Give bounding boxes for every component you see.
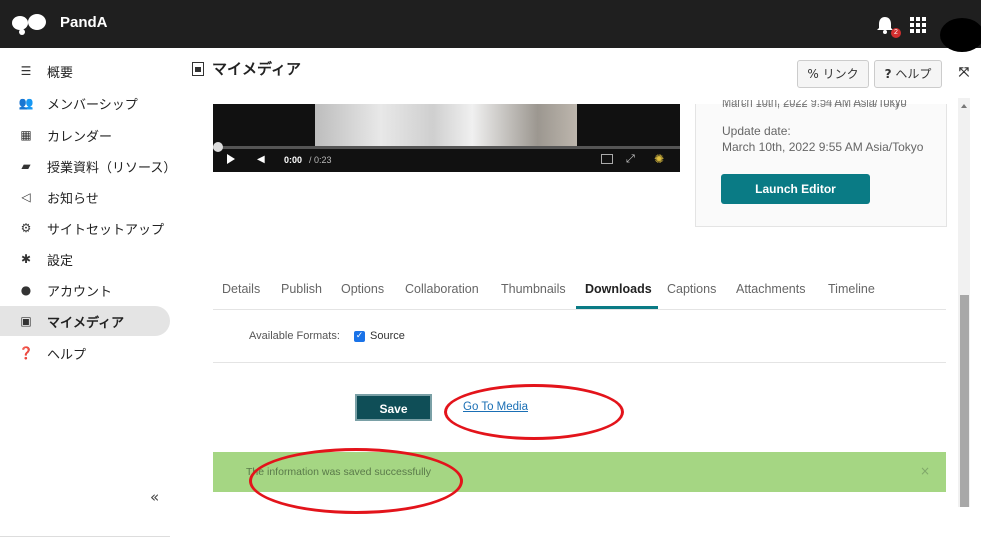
cogs-icon: ⚙ bbox=[20, 221, 32, 235]
sidebar-item-label: メンバーシップ bbox=[47, 98, 138, 113]
collapse-sidebar-button[interactable]: « bbox=[150, 488, 159, 506]
sidebar-item-label: お知らせ bbox=[47, 192, 99, 207]
logo-icon: ✺ bbox=[654, 152, 665, 166]
sidebar: ☰ 概要 👥 メンバーシップ ▦ カレンダー ▰ 授業資料（リソース） ◁ お知… bbox=[0, 48, 178, 537]
sidebar-item-label: 設定 bbox=[47, 254, 74, 269]
question-icon: ? bbox=[884, 67, 892, 81]
apps-grid-icon[interactable] bbox=[910, 17, 926, 33]
tab-timeline[interactable]: Timeline bbox=[828, 282, 875, 296]
source-label[interactable]: Source bbox=[370, 330, 405, 342]
tab-publish[interactable]: Publish bbox=[281, 282, 322, 296]
tab-details[interactable]: Details bbox=[222, 282, 260, 296]
tab-downloads[interactable]: Downloads bbox=[585, 282, 652, 296]
total-time: / 0:23 bbox=[309, 155, 332, 165]
save-button[interactable]: Save bbox=[355, 394, 432, 421]
progress-knob[interactable] bbox=[213, 142, 223, 152]
captions-icon[interactable] bbox=[601, 154, 613, 164]
link-button-label: リンク bbox=[822, 67, 859, 81]
launch-editor-button[interactable]: Launch Editor bbox=[721, 174, 870, 204]
sidebar-item-membership[interactable]: 👥 メンバーシップ bbox=[0, 88, 170, 118]
sidebar-item-my-media[interactable]: ▣ マイメディア bbox=[0, 306, 170, 336]
section-divider bbox=[213, 362, 946, 363]
source-checkbox[interactable]: ✓ bbox=[354, 331, 365, 342]
tab-thumbnails[interactable]: Thumbnails bbox=[501, 282, 566, 296]
calendar-icon: ▦ bbox=[20, 128, 32, 142]
tab-captions[interactable]: Captions bbox=[667, 282, 716, 296]
sidebar-item-resources[interactable]: ▰ 授業資料（リソース） bbox=[0, 151, 176, 181]
sidebar-item-label: カレンダー bbox=[47, 130, 113, 145]
scrollbar-thumb[interactable] bbox=[960, 295, 969, 507]
available-formats-label: Available Formats: bbox=[249, 330, 340, 342]
media-icon bbox=[192, 62, 204, 76]
help-icon: ❓ bbox=[18, 346, 34, 360]
update-date-value: March 10th, 2022 9:55 AM Asia/Tokyo bbox=[722, 140, 924, 154]
sidebar-item-announcements[interactable]: ◁ お知らせ bbox=[0, 182, 170, 212]
megaphone-icon: ◁ bbox=[21, 190, 31, 204]
annotation-oval-go-to-media bbox=[444, 384, 624, 440]
tabs-divider bbox=[213, 309, 946, 310]
tab-attachments[interactable]: Attachments bbox=[736, 282, 805, 296]
sidebar-item-label: 授業資料（リソース） bbox=[47, 161, 177, 176]
expand-icon[interactable]: ⤧ bbox=[950, 60, 978, 86]
video-player[interactable]: ◀ 0:00 / 0:23 ⤢ ✺ bbox=[213, 104, 680, 172]
play-icon[interactable] bbox=[227, 154, 235, 164]
list-icon: ☰ bbox=[20, 64, 32, 78]
video-frame bbox=[315, 104, 577, 146]
sidebar-item-overview[interactable]: ☰ 概要 bbox=[0, 56, 170, 86]
help-button-label: ヘルプ bbox=[895, 67, 932, 81]
sidebar-item-label: マイメディア bbox=[47, 316, 125, 331]
sidebar-item-calendar[interactable]: ▦ カレンダー bbox=[0, 120, 170, 150]
sidebar-item-help[interactable]: ❓ ヘルプ bbox=[0, 338, 170, 368]
sidebar-item-account[interactable]: ● アカウント bbox=[0, 275, 170, 305]
sidebar-item-site-setup[interactable]: ⚙ サイトセットアップ bbox=[0, 213, 170, 243]
panda-logo-icon[interactable] bbox=[12, 14, 52, 36]
sidebar-item-label: ヘルプ bbox=[47, 348, 87, 363]
close-icon[interactable]: × bbox=[920, 464, 930, 478]
page-title: マイメディア bbox=[212, 60, 301, 78]
link-button[interactable]: % リンク bbox=[797, 60, 869, 88]
avatar[interactable] bbox=[940, 18, 981, 52]
tab-options[interactable]: Options bbox=[341, 282, 384, 296]
gear-icon: ✱ bbox=[20, 252, 32, 266]
folder-icon: ▰ bbox=[21, 159, 31, 173]
fullscreen-icon[interactable]: ⤢ bbox=[626, 152, 635, 166]
video-progress-bar[interactable] bbox=[213, 146, 680, 149]
user-icon: ● bbox=[20, 283, 32, 297]
media-icon: ▣ bbox=[20, 314, 32, 328]
users-icon: 👥 bbox=[18, 96, 34, 110]
sidebar-item-label: 概要 bbox=[47, 66, 74, 81]
sidebar-item-label: サイトセットアップ bbox=[47, 223, 165, 238]
top-bar: PandA 2 bbox=[0, 0, 981, 52]
volume-icon[interactable]: ◀ bbox=[257, 154, 265, 165]
tab-collaboration[interactable]: Collaboration bbox=[405, 282, 479, 296]
link-icon: % bbox=[807, 67, 819, 81]
help-button[interactable]: ? ヘルプ bbox=[874, 60, 942, 88]
scroll-up-icon[interactable] bbox=[961, 104, 967, 108]
annotation-oval-success-message bbox=[249, 448, 463, 514]
sidebar-item-label: アカウント bbox=[47, 285, 113, 300]
media-info-panel bbox=[695, 104, 947, 227]
update-date-label: Update date: bbox=[722, 124, 791, 138]
current-time: 0:00 bbox=[284, 155, 303, 165]
sidebar-item-settings[interactable]: ✱ 設定 bbox=[0, 244, 170, 274]
notification-badge: 2 bbox=[891, 28, 901, 38]
app-name[interactable]: PandA bbox=[60, 14, 108, 31]
